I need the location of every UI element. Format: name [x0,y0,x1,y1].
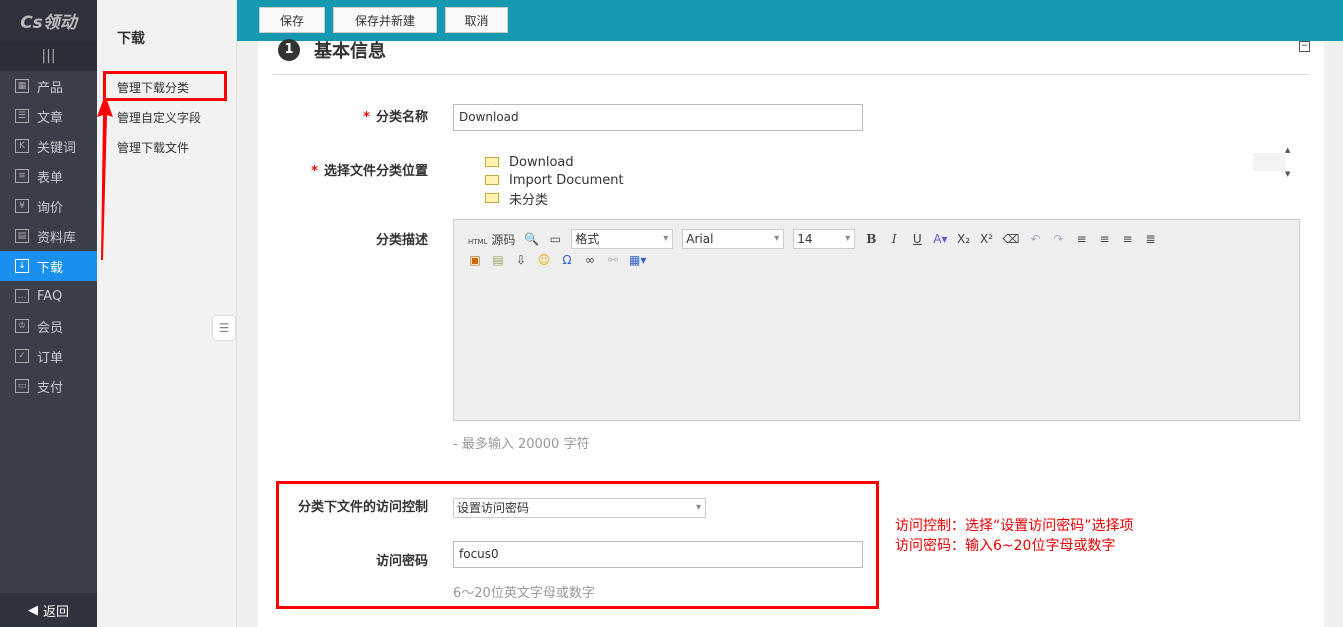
annotation-line: 访问控制：选择“设置访问密码”选择项 [895,516,1134,536]
align-center-icon[interactable]: ≡ [1097,232,1111,246]
section-title: 1基本信息 [278,37,386,63]
subnav-item-manage-files[interactable]: 管理下载文件 [117,139,189,156]
tree-node[interactable]: 未分类 [453,189,1285,207]
nav-item-form[interactable]: ≡ 表单 [0,161,97,191]
library-icon: ▤ [15,229,29,243]
nav-item-label: 资料库 [37,227,76,246]
grid-icon: ▦ [15,79,29,93]
align-right-icon[interactable]: ≡ [1120,232,1134,246]
bold-icon[interactable]: B [864,232,878,246]
nav-item-label: FAQ [37,289,62,304]
template-icon[interactable]: ▭ [548,232,562,246]
subnav-item-custom-fields[interactable]: 管理自定义字段 [117,109,201,126]
annotation-line: 访问密码：输入6~20位字母或数字 [895,536,1115,556]
cancel-button[interactable]: 取消 [445,7,508,33]
divider [273,74,1309,75]
document-icon: ☰ [15,109,29,123]
italic-icon[interactable]: I [887,232,901,246]
nav-item-chat[interactable]: … FAQ [0,281,97,311]
save-button[interactable]: 保存 [259,7,325,33]
text-color-icon[interactable]: A▾ [933,232,947,246]
back-icon: ◀ [28,603,38,618]
nav-item-label: 询价 [37,197,63,216]
size-select[interactable]: 14 [793,229,855,249]
inquiry-icon: ¥ [15,199,29,213]
link-icon[interactable]: ∞ [583,253,597,267]
description-hint: - 最多输入 20000 字符 [453,433,589,452]
subnav-title: 下载 [117,28,236,48]
nav-item-label: 文章 [37,107,63,126]
main-nav: Cs领动 ||| ▦ 产品 ☰ 文章 K 关键词 ≡ 表单 ¥ 询价 ▤ 资料库 ↓ 下载 … FAQ ♔ 会员 ✓… [0,0,97,627]
highlight-box [103,71,227,101]
rich-text-editor[interactable]: HTML 源码 🔍 ▭ 格式 Arial 14 B I U A▾ X₂ X² ⌫… [453,219,1300,421]
description-label: 分类描述 [338,229,428,248]
special-char-icon[interactable]: Ω [560,253,574,267]
crown-icon: ♔ [15,319,29,333]
order-icon: ✓ [15,349,29,363]
form-icon: ≡ [15,169,29,183]
nav-item-label: 产品 [37,77,63,96]
folder-icon [485,175,499,185]
section-number: 1 [278,39,300,61]
payment-icon: ▭ [15,379,29,393]
save-and-new-button[interactable]: 保存并新建 [333,7,437,33]
nav-item-label: 下载 [37,257,63,276]
nav-item-document[interactable]: ☰ 文章 [0,101,97,131]
table-icon[interactable]: ▦▾ [629,253,646,267]
subscript-icon[interactable]: X₂ [957,232,971,246]
underline-icon[interactable]: U [910,232,924,246]
collapse-section-icon[interactable]: − [1299,41,1310,52]
nav-item-grid[interactable]: ▦ 产品 [0,71,97,101]
nav-item-crown[interactable]: ♔ 会员 [0,311,97,341]
download-icon: ↓ [15,259,29,273]
tree-node[interactable]: Download [453,153,1285,171]
nav-item-payment[interactable]: ▭ 支付 [0,371,97,401]
attachment-icon[interactable]: ⇩ [514,253,528,267]
align-left-icon[interactable]: ≡ [1074,232,1088,246]
superscript-icon[interactable]: X² [980,232,994,246]
redo-icon[interactable]: ↷ [1051,232,1065,246]
multi-image-icon[interactable]: ▤ [491,253,505,267]
preview-icon[interactable]: 🔍 [524,232,539,246]
nav-item-label: 订单 [37,347,63,366]
nav-item-label: 支付 [37,377,63,396]
nav-item-label: 关键词 [37,137,76,156]
nav-item-order[interactable]: ✓ 订单 [0,341,97,371]
back-button[interactable]: ◀返回 [0,593,97,627]
justify-icon[interactable]: ≣ [1143,232,1157,246]
collapse-sidebar-button[interactable]: ☰ [212,315,236,341]
source-button[interactable]: HTML 源码 [468,231,515,248]
image-icon[interactable]: ▣ [468,253,482,267]
highlight-box [276,481,879,609]
annotation-arrow [95,95,115,260]
nav-item-inquiry[interactable]: ¥ 询价 [0,191,97,221]
nav-item-label: 表单 [37,167,63,186]
menu-toggle-icon[interactable]: ||| [0,41,97,71]
folder-icon [485,193,499,203]
name-label: *分类名称 [338,106,428,125]
font-select[interactable]: Arial [682,229,784,249]
undo-icon[interactable]: ↶ [1028,232,1042,246]
tree-node[interactable]: Import Document [453,171,1285,189]
logo: Cs领动 [0,0,97,41]
top-toolbar: 保存 保存并新建 取消 [237,0,1343,41]
unlink-icon[interactable]: ⚯ [606,253,620,267]
folder-icon [485,157,499,167]
keyword-icon: K [15,139,29,153]
tree-scrollbar[interactable]: ▲▼ [1253,153,1285,171]
emoticon-icon[interactable]: ☺ [537,253,551,267]
format-select[interactable]: 格式 [571,229,673,249]
position-label: *选择文件分类位置 [288,160,428,179]
category-tree: Download Import Document 未分类 ▲▼ [453,153,1285,205]
nav-item-keyword[interactable]: K 关键词 [0,131,97,161]
nav-item-download[interactable]: ↓ 下载 [0,251,97,281]
nav-item-label: 会员 [37,317,63,336]
eraser-icon[interactable]: ⌫ [1003,232,1020,246]
nav-item-library[interactable]: ▤ 资料库 [0,221,97,251]
category-name-input[interactable]: Download [453,104,863,131]
chat-icon: … [15,289,29,303]
